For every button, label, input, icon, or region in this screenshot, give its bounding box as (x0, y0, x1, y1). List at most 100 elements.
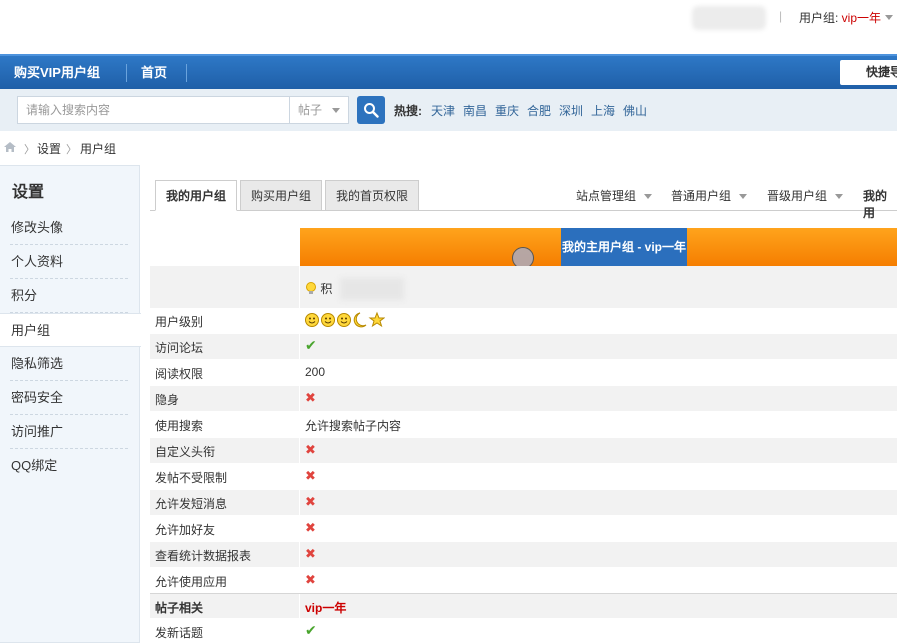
top-bar: | 用户组: vip一年 (0, 0, 897, 36)
row-label: 允许使用应用 (155, 575, 228, 589)
sidebar-item-points[interactable]: 积分 (0, 279, 140, 313)
column-divider (299, 266, 300, 310)
lightbulb-icon (306, 281, 316, 294)
cross-icon: ✖ (305, 390, 316, 405)
breadcrumb-usergroup[interactable]: 用户组 (80, 140, 116, 157)
table-row: 隐身 ✖ (150, 386, 897, 412)
breadcrumb-arrow-icon: 〉 (24, 144, 35, 156)
row-label: 阅读权限 (155, 367, 204, 381)
level-icons (305, 311, 386, 332)
separator: | (779, 9, 783, 23)
search-icon (364, 103, 379, 118)
usergroup-indicator[interactable]: 用户组: vip一年 (799, 9, 881, 26)
breadcrumb: 〉 设置 〉 用户组 (0, 138, 300, 158)
hot-search-link[interactable]: 合肥 (527, 102, 551, 119)
search-type-label: 帖子 (298, 103, 323, 117)
cross-icon: ✖ (305, 494, 316, 509)
nav-divider (186, 64, 187, 82)
hot-search-link[interactable]: 南昌 (463, 102, 487, 119)
subtab-my-group[interactable]: 我的用 (863, 187, 897, 221)
column-divider (299, 386, 300, 411)
sidebar-item-profile[interactable]: 个人资料 (0, 245, 140, 279)
nav-home[interactable]: 首页 (127, 56, 181, 89)
sidebar-item-promotion[interactable]: 访问推广 (0, 415, 140, 449)
table-row: 允许使用应用 ✖ (150, 568, 897, 593)
column-divider (299, 412, 300, 437)
check-icon: ✔ (305, 622, 317, 638)
row-label: 帖子相关 (155, 601, 204, 615)
row-value: vip一年 (305, 601, 347, 615)
table-row: 阅读权限 200 (150, 360, 897, 386)
sidebar-item-qq[interactable]: QQ绑定 (0, 449, 140, 483)
search-bar: 请输入搜索内容 帖子 热搜: 天津 南昌 重庆 合肥 深圳 上海 佛山 (0, 89, 897, 131)
hot-search-link[interactable]: 深圳 (559, 102, 583, 119)
usergroup-tabs: 我的用户组 购买用户组 我的首页权限 站点管理组 普通用户组 晋级用户组 我的用 (150, 177, 897, 220)
subtab-normal-group[interactable]: 普通用户组 (671, 187, 748, 204)
sidebar-item-privacy[interactable]: 隐私筛选 (0, 347, 140, 381)
blurred-points-value (340, 278, 404, 300)
subtab-admin-group[interactable]: 站点管理组 (576, 187, 653, 204)
sidebar-title: 设置 (12, 184, 45, 201)
column-divider (299, 594, 300, 618)
row-label: 查看统计数据报表 (155, 549, 252, 563)
row-label: 发帖不受限制 (155, 471, 228, 485)
main-usergroup-title: 我的主用户组 - vip一年 (561, 228, 687, 266)
table-row: 发新话题 ✔ (150, 619, 897, 643)
hot-search-link[interactable]: 重庆 (495, 102, 519, 119)
chevron-down-icon[interactable] (885, 15, 893, 20)
chevron-down-icon (739, 194, 748, 200)
chevron-down-icon (835, 194, 844, 200)
check-icon: ✔ (305, 337, 317, 353)
tab-buy-usergroup[interactable]: 购买用户组 (240, 180, 323, 211)
blurred-username[interactable] (692, 6, 766, 30)
subtab-label: 晋级用户组 (767, 189, 828, 203)
search-button[interactable] (357, 96, 385, 124)
table-row: 帖子相关 vip一年 (150, 593, 897, 619)
tab-homepage-permission[interactable]: 我的首页权限 (325, 180, 420, 211)
column-divider (299, 619, 300, 642)
hot-search-link[interactable]: 上海 (591, 102, 615, 119)
main-nav: 购买VIP用户组 首页 快捷导 (0, 54, 897, 89)
table-row: 查看统计数据报表 ✖ (150, 542, 897, 568)
column-divider (299, 542, 300, 567)
hot-search-link[interactable]: 天津 (431, 102, 455, 119)
table-row: 允许加好友 ✖ (150, 516, 897, 542)
points-label: 积 (320, 282, 333, 296)
subtab-promotion-group[interactable]: 晋级用户组 (767, 187, 844, 204)
row-value: 允许搜索帖子内容 (305, 419, 402, 433)
points-row: 积 (150, 266, 897, 311)
cross-icon: ✖ (305, 572, 316, 587)
hot-search-link[interactable]: 佛山 (623, 102, 647, 119)
breadcrumb-arrow-icon: 〉 (66, 144, 77, 156)
chevron-down-icon (332, 108, 340, 113)
row-label: 自定义头衔 (155, 445, 216, 459)
column-divider (299, 568, 300, 592)
tab-my-usergroup[interactable]: 我的用户组 (155, 180, 238, 211)
column-divider (299, 308, 300, 333)
row-label: 用户级别 (155, 315, 204, 329)
nav-buy-vip[interactable]: 购买VIP用户组 (0, 56, 114, 89)
column-divider (299, 360, 300, 385)
column-divider (299, 516, 300, 541)
home-icon[interactable] (3, 141, 17, 153)
settings-sidebar: 设置 修改头像 个人资料 积分 用户组 隐私筛选 密码安全 访问推广 QQ绑定 (0, 165, 141, 643)
search-input[interactable]: 请输入搜索内容 (17, 96, 289, 124)
breadcrumb-settings[interactable]: 设置 (37, 140, 61, 157)
chevron-down-icon (644, 194, 653, 200)
usergroup-label: 用户组: (799, 11, 842, 25)
row-label: 允许发短消息 (155, 497, 228, 511)
column-divider (299, 464, 300, 489)
cross-icon: ✖ (305, 442, 316, 457)
quick-nav-button[interactable]: 快捷导 (840, 60, 897, 85)
search-type-select[interactable]: 帖子 (289, 96, 349, 124)
table-row: 自定义头衔 ✖ (150, 438, 897, 464)
usergroup-value: vip一年 (841, 11, 882, 25)
table-row: 用户级别 (150, 308, 897, 334)
column-divider (299, 490, 300, 515)
sidebar-item-usergroup[interactable]: 用户组 (0, 313, 141, 347)
sidebar-item-avatar[interactable]: 修改头像 (0, 211, 140, 245)
sidebar-item-password[interactable]: 密码安全 (0, 381, 140, 415)
smiley-icon (305, 311, 386, 328)
subtab-label: 普通用户组 (671, 189, 732, 203)
table-row: 访问论坛 ✔ (150, 334, 897, 360)
